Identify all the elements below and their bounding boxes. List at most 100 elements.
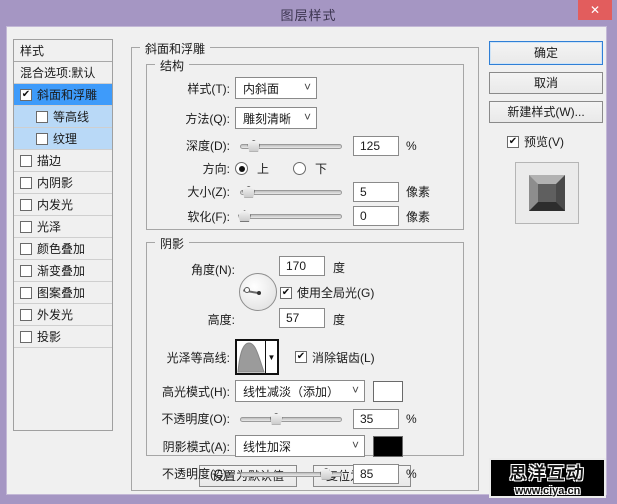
- direction-down-radio[interactable]: 下: [293, 160, 327, 177]
- direction-down-label: 下: [315, 160, 327, 177]
- anti-alias-label: 消除锯齿(L): [312, 349, 375, 366]
- soften-label: 软化(F):: [151, 208, 235, 225]
- size-slider[interactable]: [240, 185, 342, 199]
- soften-input[interactable]: 0: [353, 206, 399, 226]
- checkbox-icon[interactable]: [20, 331, 32, 343]
- checkbox-icon[interactable]: [280, 287, 292, 299]
- depth-label: 深度(D):: [151, 137, 235, 154]
- checkbox-icon[interactable]: [20, 243, 32, 255]
- checkbox-icon[interactable]: [20, 177, 32, 189]
- checkbox-icon[interactable]: [20, 309, 32, 321]
- checkbox-icon[interactable]: [20, 199, 32, 211]
- sidebar-item-color-overlay[interactable]: 颜色叠加: [14, 238, 112, 260]
- angle-tip: [244, 287, 250, 293]
- soften-slider-thumb[interactable]: [238, 210, 251, 222]
- sidebar-item-gradient-overlay[interactable]: 渐变叠加: [14, 260, 112, 282]
- shadow-mode-select[interactable]: 线性加深: [235, 435, 365, 457]
- styles-list-header: 样式: [14, 40, 112, 62]
- styles-list: 样式 混合选项:默认 斜面和浮雕 等高线 纹理 描边 内阴: [13, 39, 113, 431]
- soften-slider-track[interactable]: [240, 214, 342, 219]
- sidebar-item-contour[interactable]: 等高线: [14, 106, 112, 128]
- highlight-opacity-track[interactable]: [240, 417, 342, 422]
- sidebar-item-label: 图案叠加: [37, 284, 85, 301]
- sidebar-item-label: 混合选项:默认: [20, 64, 95, 81]
- checkbox-icon[interactable]: [20, 155, 32, 167]
- depth-input[interactable]: 125: [353, 136, 399, 156]
- highlight-opacity-unit: %: [399, 412, 417, 426]
- depth-slider-thumb[interactable]: [247, 140, 260, 152]
- direction-label: 方向:: [151, 160, 235, 177]
- sidebar-item-blending-options[interactable]: 混合选项:默认: [14, 62, 112, 84]
- checkbox-icon[interactable]: [295, 351, 307, 363]
- preview-label: 预览(V): [524, 133, 564, 150]
- sidebar-item-satin[interactable]: 光泽: [14, 216, 112, 238]
- shadow-opacity-thumb[interactable]: [320, 468, 333, 480]
- highlight-opacity-thumb[interactable]: [270, 413, 283, 425]
- size-slider-thumb[interactable]: [242, 186, 255, 198]
- checkbox-icon[interactable]: [36, 111, 48, 123]
- checkbox-icon[interactable]: [36, 133, 48, 145]
- size-input[interactable]: 5: [353, 182, 399, 202]
- checkbox-icon[interactable]: [20, 287, 32, 299]
- dialog-body: 样式 混合选项:默认 斜面和浮雕 等高线 纹理 描边 内阴: [6, 26, 607, 495]
- radio-icon[interactable]: [235, 162, 248, 175]
- checkbox-icon[interactable]: [20, 221, 32, 233]
- sidebar-item-label: 等高线: [53, 108, 89, 125]
- new-style-button[interactable]: 新建样式(W)...: [489, 101, 603, 123]
- angle-zone: 角度(N): 170 度 使用全局光(G) 高度: 57 度: [147, 247, 463, 337]
- action-column: 确定 取消 新建样式(W)... 预览(V): [489, 41, 603, 224]
- highlight-mode-label: 高光模式(H):: [151, 383, 235, 400]
- sidebar-item-label: 颜色叠加: [37, 240, 85, 257]
- radio-icon[interactable]: [293, 162, 306, 175]
- technique-select-value: 雕刻清晰: [243, 110, 291, 127]
- gloss-contour-picker[interactable]: ▼: [235, 339, 279, 375]
- checkbox-icon[interactable]: [507, 136, 519, 148]
- angle-dial[interactable]: [239, 273, 277, 311]
- sidebar-item-inner-shadow[interactable]: 内阴影: [14, 172, 112, 194]
- sidebar-item-texture[interactable]: 纹理: [14, 128, 112, 150]
- shadow-mode-label: 阴影模式(A):: [151, 438, 235, 455]
- highlight-color-swatch[interactable]: [373, 381, 403, 402]
- size-unit: 像素: [399, 183, 430, 200]
- anti-alias-checkbox[interactable]: 消除锯齿(L): [295, 349, 375, 366]
- shadow-color-swatch[interactable]: [373, 436, 403, 457]
- watermark-brand: 思洋互动: [510, 459, 586, 484]
- sidebar-item-label: 光泽: [37, 218, 61, 235]
- direction-up-radio[interactable]: 上: [235, 160, 269, 177]
- close-icon[interactable]: ✕: [578, 0, 612, 20]
- shadow-mode-value: 线性加深: [243, 438, 291, 455]
- structure-legend: 结构: [155, 57, 189, 74]
- highlight-mode-select[interactable]: 线性减淡（添加）: [235, 380, 365, 402]
- checkbox-icon[interactable]: [20, 265, 32, 277]
- highlight-mode-value: 线性减淡（添加）: [243, 383, 339, 400]
- sidebar-item-pattern-overlay[interactable]: 图案叠加: [14, 282, 112, 304]
- titlebar: 图层样式 ✕: [0, 0, 617, 26]
- soften-slider[interactable]: [240, 209, 342, 223]
- chevron-down-icon[interactable]: ▼: [265, 341, 277, 373]
- highlight-opacity-label: 不透明度(O):: [151, 410, 235, 427]
- sidebar-item-stroke[interactable]: 描边: [14, 150, 112, 172]
- altitude-input[interactable]: 57: [279, 308, 325, 328]
- shadow-opacity-slider[interactable]: [240, 467, 342, 481]
- sidebar-item-bevel-emboss[interactable]: 斜面和浮雕: [14, 84, 112, 106]
- sidebar-item-inner-glow[interactable]: 内发光: [14, 194, 112, 216]
- use-global-light-checkbox[interactable]: 使用全局光(G): [280, 284, 374, 301]
- bevel-preview-square: [529, 175, 565, 211]
- checkbox-icon[interactable]: [20, 89, 32, 101]
- depth-unit: %: [399, 139, 417, 153]
- style-select[interactable]: 内斜面: [235, 77, 317, 99]
- style-label: 样式(T):: [151, 80, 235, 97]
- sidebar-item-outer-glow[interactable]: 外发光: [14, 304, 112, 326]
- highlight-opacity-slider[interactable]: [240, 412, 342, 426]
- cancel-button[interactable]: 取消: [489, 72, 603, 94]
- highlight-opacity-input[interactable]: 35: [353, 409, 399, 429]
- watermark-url: www.ciya.cn: [515, 485, 581, 497]
- size-slider-track[interactable]: [240, 190, 342, 195]
- preview-checkbox[interactable]: 预览(V): [507, 133, 564, 150]
- sidebar-item-drop-shadow[interactable]: 投影: [14, 326, 112, 348]
- depth-slider[interactable]: [240, 139, 342, 153]
- angle-input[interactable]: 170: [279, 256, 325, 276]
- ok-button[interactable]: 确定: [489, 41, 603, 65]
- technique-select[interactable]: 雕刻清晰: [235, 107, 317, 129]
- shadow-opacity-input[interactable]: 85: [353, 464, 399, 484]
